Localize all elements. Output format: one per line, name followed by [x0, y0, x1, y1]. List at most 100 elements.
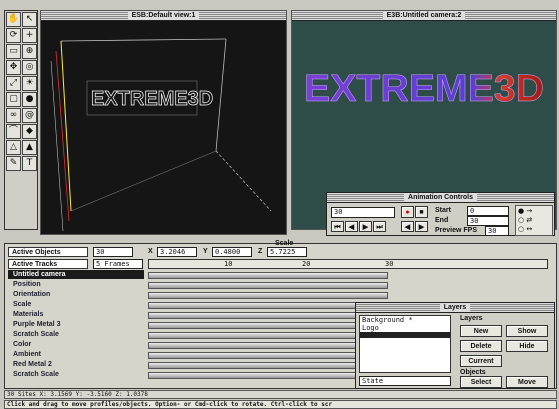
- active-tracks-label: Active Tracks: [8, 259, 88, 269]
- z-label: Z: [258, 248, 263, 255]
- play-button[interactable]: ▶: [359, 221, 372, 232]
- sphere-icon[interactable]: ●: [22, 92, 37, 107]
- layer-name-field[interactable]: State: [359, 376, 451, 386]
- path-icon[interactable]: ⌒: [6, 124, 21, 139]
- time-ruler[interactable]: 10 20 30: [148, 259, 548, 269]
- track-bar[interactable]: [148, 342, 388, 349]
- track-label[interactable]: Ambient: [13, 351, 41, 358]
- hint-bar: Click and drag to move profiles/objects.…: [4, 400, 557, 409]
- delete-layer-button[interactable]: Delete: [460, 340, 502, 352]
- spiral-icon[interactable]: @: [22, 108, 37, 123]
- layer-item-selected[interactable]: [360, 332, 450, 338]
- layers-title: Layers: [439, 304, 471, 311]
- move-icon[interactable]: ✥: [6, 60, 21, 75]
- select-objects-button[interactable]: Select: [460, 376, 502, 388]
- preview-fps-label: Preview FPS: [435, 227, 478, 234]
- track-bar[interactable]: [148, 362, 388, 369]
- track-bar[interactable]: [148, 282, 388, 289]
- track-label[interactable]: Orientation: [13, 291, 50, 298]
- stop-button[interactable]: ■: [415, 206, 428, 218]
- cone-icon[interactable]: ▲: [22, 140, 37, 155]
- show-layer-button[interactable]: Show: [506, 325, 548, 337]
- objects-section-label: Objects: [460, 369, 486, 376]
- active-objects-field[interactable]: 30: [93, 247, 133, 257]
- new-layer-button[interactable]: New: [460, 325, 502, 337]
- track-bar[interactable]: [148, 322, 388, 329]
- track-label[interactable]: Untitled camera: [13, 271, 66, 278]
- viewport-camera-titlebar[interactable]: E3B:Untitled camera:2: [292, 11, 556, 21]
- stop-icon: ■: [419, 209, 424, 216]
- rotate-icon[interactable]: ⟳: [6, 28, 21, 43]
- track-bar[interactable]: [148, 352, 388, 359]
- scale-icon[interactable]: ⤢: [6, 76, 21, 91]
- select-icon[interactable]: ▭: [6, 44, 21, 59]
- animation-controls-palette: Animation Controls 30 ● ■ ⏮ ◀ ▶ ⏭ ◀ ▶ St…: [326, 192, 555, 236]
- move-objects-button[interactable]: Move: [506, 376, 548, 388]
- plus-icon[interactable]: +: [22, 28, 37, 43]
- track-bar[interactable]: [148, 312, 388, 319]
- animation-controls-titlebar[interactable]: Animation Controls: [327, 193, 554, 203]
- hide-layer-button[interactable]: Hide: [506, 340, 548, 352]
- viewport-default[interactable]: ESB:Default view:1 EXTREME3D: [40, 10, 287, 235]
- layer-item-logo[interactable]: Logo: [360, 324, 450, 332]
- track-label[interactable]: Position: [13, 281, 41, 288]
- prev-key-icon: ◀: [404, 224, 411, 231]
- current-layer-button[interactable]: Current: [460, 355, 502, 367]
- end-field[interactable]: 30: [467, 216, 509, 226]
- layers-titlebar[interactable]: Layers: [356, 303, 554, 313]
- track-bar[interactable]: [148, 332, 388, 339]
- layers-palette: Layers Background * Logo State Layers Ne…: [355, 302, 555, 389]
- track-bar[interactable]: [148, 302, 388, 309]
- link-icon[interactable]: ∞: [6, 108, 21, 123]
- track-label[interactable]: Purple Metal 3: [13, 321, 60, 328]
- text-icon[interactable]: T: [22, 156, 37, 171]
- layer-item-background[interactable]: Background *: [360, 316, 450, 324]
- z-field[interactable]: 5.7225: [267, 247, 307, 257]
- box-icon[interactable]: ▢: [6, 92, 21, 107]
- first-frame-button[interactable]: ⏮: [331, 221, 344, 232]
- start-field[interactable]: 0: [467, 206, 509, 216]
- animation-controls-title: Animation Controls: [404, 194, 477, 201]
- ruler-tick-20: 20: [302, 260, 311, 268]
- viewport-default-canvas[interactable]: EXTREME3D: [41, 21, 286, 234]
- hand-icon[interactable]: ✋: [6, 12, 21, 27]
- next-key-button[interactable]: ▶: [415, 221, 428, 232]
- track-bar[interactable]: [148, 272, 388, 279]
- light-icon[interactable]: ☀: [22, 76, 37, 91]
- track-label[interactable]: Scratch Scale: [13, 331, 59, 338]
- pointer-icon[interactable]: ↖: [22, 12, 37, 27]
- track-bar[interactable]: [148, 372, 388, 379]
- active-tracks-field[interactable]: 5 Frames: [93, 259, 143, 269]
- last-frame-icon: ⏭: [376, 224, 383, 231]
- camera-icon[interactable]: ◎: [22, 60, 37, 75]
- track-bar[interactable]: [148, 292, 388, 299]
- record-icon: ●: [405, 209, 410, 216]
- step-back-button[interactable]: ◀: [345, 221, 358, 232]
- active-objects-label: Active Objects: [8, 247, 88, 257]
- node-icon[interactable]: ◆: [22, 124, 37, 139]
- record-button[interactable]: ●: [401, 206, 414, 218]
- preview-fps-field[interactable]: 30: [485, 226, 509, 236]
- y-label: Y: [203, 248, 208, 255]
- loop-repeat-radio[interactable]: ○ ⇄: [518, 216, 532, 224]
- y-field[interactable]: 0.4800: [212, 247, 252, 257]
- last-frame-button[interactable]: ⏭: [373, 221, 386, 232]
- step-back-icon: ◀: [348, 224, 355, 231]
- track-label[interactable]: Scratch Scale: [13, 371, 59, 378]
- ruler-tick-30: 30: [385, 260, 394, 268]
- track-label[interactable]: Scale: [13, 301, 31, 308]
- track-label[interactable]: Color: [13, 341, 31, 348]
- zoom-icon[interactable]: ⊕: [22, 44, 37, 59]
- viewport-default-titlebar[interactable]: ESB:Default view:1: [41, 11, 286, 21]
- prev-key-button[interactable]: ◀: [401, 221, 414, 232]
- loop-once-radio[interactable]: ● →: [518, 207, 532, 215]
- layers-section-label: Layers: [460, 315, 483, 322]
- x-field[interactable]: 3.2046: [157, 247, 197, 257]
- triangle-icon[interactable]: △: [6, 140, 21, 155]
- layers-list[interactable]: Background * Logo: [359, 315, 451, 373]
- pen-icon[interactable]: ✎: [6, 156, 21, 171]
- frame-field[interactable]: 30: [331, 207, 395, 218]
- loop-pingpong-radio[interactable]: ○ ↔: [518, 225, 532, 233]
- track-label[interactable]: Red Metal 2: [13, 361, 52, 368]
- track-label[interactable]: Materials: [13, 311, 43, 318]
